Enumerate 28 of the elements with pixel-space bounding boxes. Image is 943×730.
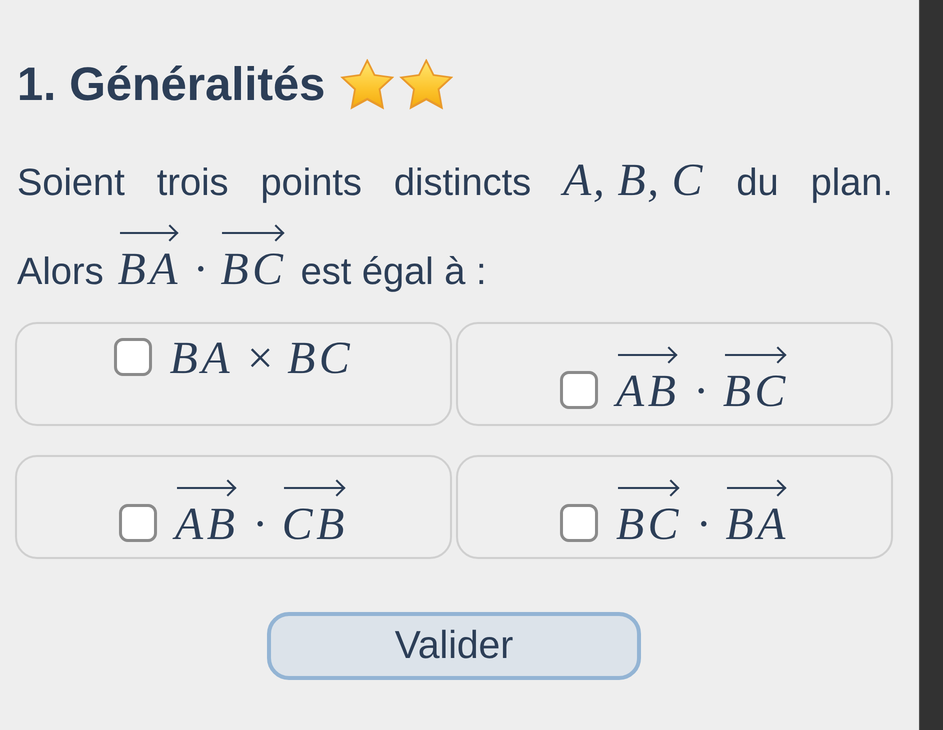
section-title: 1. Généralités [17,56,326,112]
math-variable: BA [170,334,234,381]
math-vector: BA [118,213,182,292]
prompt-text: Alors [17,250,104,296]
checkbox[interactable] [114,338,152,376]
option-card[interactable]: AB · BC [456,322,893,426]
math-operator: · [694,368,709,414]
prompt-text: est égal à : [300,250,487,296]
math-vector: CB [282,468,348,547]
option-card[interactable]: BA × BC [15,322,452,426]
math-operator: · [252,500,268,547]
submit-button[interactable]: Valider [267,612,641,680]
statement-text: Soient trois points distincts A, B, C du plan. [17,157,893,207]
math-vector: AB [616,334,680,414]
math-operator: · [696,500,712,547]
math-variable: BC [287,334,354,381]
math-vector: BC [220,213,287,292]
math-operator: × [247,334,274,381]
option-card[interactable]: BC · BA [456,454,893,559]
math-vector: BC [722,334,790,414]
checkbox[interactable] [118,504,157,542]
math-vector: BA [725,468,790,547]
checkbox[interactable] [560,370,598,409]
math-vector: BC [616,468,682,547]
math-vector: AB [174,468,239,547]
option-card[interactable]: AB · CB [15,454,452,559]
math-operator: · [193,246,208,292]
checkbox[interactable] [560,504,598,542]
